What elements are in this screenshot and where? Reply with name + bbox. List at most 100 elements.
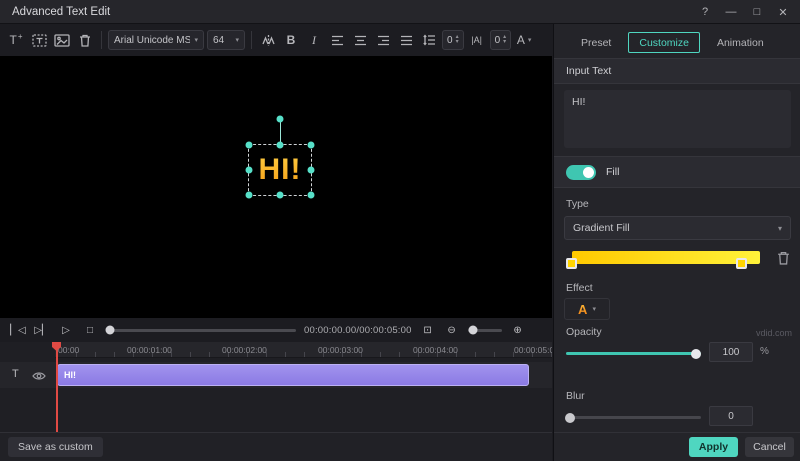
ruler-label: 00:00:04:00 — [413, 345, 458, 355]
letter-spacing-stepper[interactable]: 0 ▴▾ — [490, 30, 512, 50]
align-justify-button[interactable] — [396, 29, 416, 51]
align-right-button[interactable] — [373, 29, 393, 51]
text-transform-button[interactable]: A ▾ — [514, 29, 534, 51]
spin-down-icon[interactable]: ▾ — [456, 40, 459, 45]
letter-spacing-button[interactable]: |A| — [467, 29, 487, 51]
text-transform-icon: A — [517, 33, 525, 47]
close-icon[interactable]: ✕ — [772, 6, 794, 19]
save-as-custom-button[interactable]: Save as custom — [8, 437, 103, 457]
timeline[interactable]: 00:00 00:00:01:00 00:00:02:00 00:00:03:0… — [0, 342, 552, 432]
stepper-arrows[interactable]: ▴▾ — [456, 35, 459, 45]
input-text-header: Input Text — [554, 58, 800, 84]
type-label: Type — [566, 198, 589, 210]
font-size-select[interactable]: 64 ▾ — [207, 30, 245, 50]
text-toolbar: T+ Arial — [0, 24, 552, 56]
progress-knob[interactable] — [106, 326, 115, 335]
line-spacing-stepper[interactable]: 0 ▴▾ — [442, 30, 464, 50]
insert-image-button[interactable] — [52, 29, 72, 51]
playhead[interactable] — [56, 342, 58, 432]
chevron-down-icon: ▾ — [528, 36, 532, 44]
align-left-button[interactable] — [327, 29, 347, 51]
rotate-handle[interactable] — [277, 116, 284, 123]
help-icon[interactable]: ? — [694, 6, 716, 18]
cancel-button[interactable]: Cancel — [745, 437, 794, 457]
italic-button[interactable]: I — [304, 29, 324, 51]
timecode: 00:00:00.00/00:00:05:00 — [304, 325, 412, 336]
properties-panel: Preset Customize Animation Input Text HI… — [553, 24, 800, 461]
opacity-label: Opacity — [566, 326, 602, 338]
opacity-slider[interactable] — [566, 352, 701, 355]
effect-select[interactable]: A ▾ — [564, 298, 610, 320]
play-button[interactable]: ▷ — [58, 325, 74, 336]
resize-handle-sw[interactable] — [246, 192, 253, 199]
resize-handle-ne[interactable] — [308, 142, 315, 149]
tab-preset[interactable]: Preset — [570, 32, 622, 53]
input-text-area[interactable]: HI! — [564, 90, 791, 148]
delete-button[interactable] — [75, 29, 95, 51]
ruler-label: 00:00:03:00 — [318, 345, 363, 355]
add-text-button[interactable]: T+ — [6, 29, 26, 51]
window-title: Advanced Text Edit — [12, 0, 110, 24]
line-spacing-button[interactable] — [419, 29, 439, 51]
align-center-button[interactable] — [350, 29, 370, 51]
fit-to-window-button[interactable]: ⊡ — [420, 325, 436, 336]
resize-handle-se[interactable] — [308, 192, 315, 199]
resize-handle-w[interactable] — [246, 167, 253, 174]
bold-button[interactable]: B — [281, 29, 301, 51]
resize-handle-e[interactable] — [308, 167, 315, 174]
font-size-value: 64 — [213, 35, 231, 46]
opacity-unit: % — [760, 346, 769, 357]
gradient-stop-left[interactable] — [566, 258, 577, 269]
stepper-arrows[interactable]: ▴▾ — [503, 35, 506, 45]
resize-handle-s[interactable] — [277, 192, 284, 199]
fill-label: Fill — [606, 166, 619, 178]
zoom-in-button[interactable]: ⊕ — [510, 325, 526, 336]
resize-handle-n[interactable] — [277, 142, 284, 149]
spin-down-icon[interactable]: ▾ — [503, 40, 506, 45]
trash-icon — [777, 251, 790, 265]
text-template-button[interactable] — [29, 29, 49, 51]
maximize-icon[interactable]: □ — [746, 6, 768, 18]
visibility-eye-icon[interactable] — [32, 369, 46, 387]
zoom-knob[interactable] — [468, 326, 477, 335]
delete-gradient-stop-button[interactable] — [777, 251, 790, 270]
fill-section: Fill — [554, 156, 800, 188]
editor-pane: T+ Arial — [0, 24, 552, 461]
tab-animation[interactable]: Animation — [706, 32, 775, 53]
tab-customize[interactable]: Customize — [628, 32, 700, 53]
minimize-icon[interactable]: — — [720, 6, 742, 18]
opacity-knob[interactable] — [691, 349, 701, 359]
input-text-header-label: Input Text — [566, 65, 611, 77]
zoom-out-button[interactable]: ⊖ — [444, 325, 460, 336]
opacity-value-box[interactable]: 100 — [709, 342, 753, 362]
apply-button[interactable]: Apply — [689, 437, 738, 457]
gradient-stop-right[interactable] — [736, 258, 747, 269]
align-left-icon — [331, 35, 344, 46]
blur-knob[interactable] — [565, 413, 575, 423]
fill-type-select[interactable]: Gradient Fill ▾ — [564, 216, 791, 240]
previous-frame-button[interactable]: ▏◁ — [10, 325, 26, 336]
next-frame-button[interactable]: ▷▏ — [34, 325, 50, 336]
blur-slider[interactable] — [566, 416, 701, 419]
preview-canvas[interactable]: HI! — [0, 56, 552, 318]
toolbar-divider — [251, 31, 252, 49]
fill-toggle[interactable] — [566, 165, 596, 180]
right-footer: Apply Cancel — [554, 432, 800, 461]
gradient-preview-bar[interactable] — [572, 251, 760, 264]
stop-button[interactable]: □ — [82, 325, 98, 336]
trash-icon — [79, 34, 91, 47]
text-clip[interactable]: HI! — [57, 364, 529, 386]
resize-handle-nw[interactable] — [246, 142, 253, 149]
window-controls: ? — □ ✕ — [694, 0, 794, 24]
left-footer: Save as custom — [0, 432, 552, 461]
add-text-icon: T — [9, 33, 16, 47]
blur-value-box[interactable]: 0 — [709, 406, 753, 426]
zoom-slider[interactable] — [468, 329, 502, 332]
chevron-down-icon: ▾ — [194, 36, 198, 44]
kerning-button[interactable] — [258, 29, 278, 51]
image-icon — [54, 34, 70, 47]
text-selection-box[interactable]: HI! — [248, 144, 312, 196]
playback-progress-slider[interactable] — [106, 329, 296, 332]
canvas-text[interactable]: HI! — [249, 145, 311, 195]
font-family-select[interactable]: Arial Unicode MS ▾ — [108, 30, 204, 50]
